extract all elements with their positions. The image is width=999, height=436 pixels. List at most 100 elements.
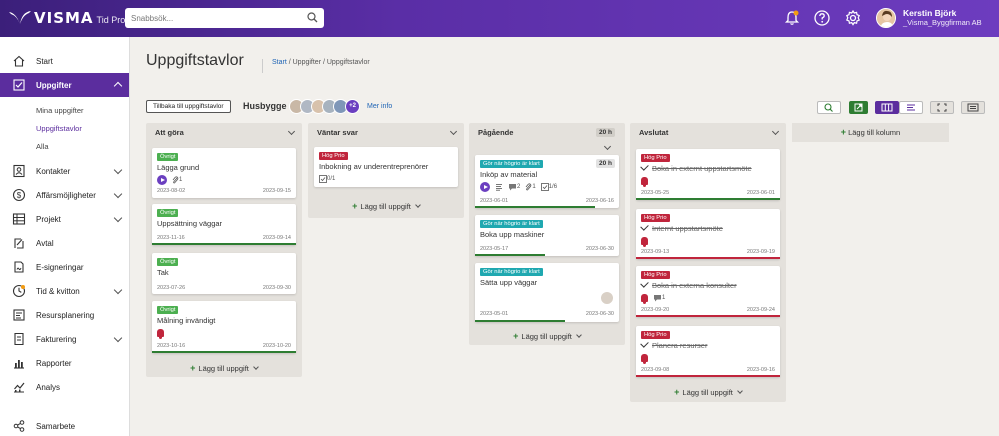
list-icon xyxy=(907,104,915,111)
task-dates: 2023-09-13 2023-09-19 xyxy=(641,249,775,255)
sidebar-item-kontakter[interactable]: Kontakter xyxy=(0,159,129,183)
sidebar-item-e-signeringar[interactable]: E-signeringar xyxy=(0,255,129,279)
contacts-icon xyxy=(13,164,25,178)
task-tag: Gör när högrio är klart xyxy=(480,220,543,228)
sidebar-item-avtal[interactable]: Avtal xyxy=(0,231,129,255)
board-column-pagaende: Pågående 20 h Gör när högrio är klart 20… xyxy=(469,123,625,345)
notification-bell-icon[interactable] xyxy=(783,9,801,27)
export-excel-button[interactable] xyxy=(849,101,868,114)
sidebar-subitem-alla[interactable]: Alla xyxy=(0,137,129,155)
share-icon xyxy=(13,420,25,432)
column-header[interactable]: Pågående 20 h xyxy=(469,123,625,141)
sidebar-item-analys[interactable]: Analys xyxy=(0,375,129,399)
task-end-date: 2023-09-30 xyxy=(262,285,291,291)
column-header[interactable]: Avslutat xyxy=(630,123,786,141)
add-column-button[interactable]: + Lägg till kolumn xyxy=(792,123,949,142)
task-progress-bar xyxy=(636,198,780,200)
task-card[interactable]: Gör när högrio är klart Boka upp maskine… xyxy=(475,215,619,256)
comment-indicator: 1 xyxy=(653,294,665,302)
visma-logo[interactable]: VISMA Tid Pro xyxy=(8,9,125,27)
play-timer-icon[interactable] xyxy=(157,175,167,185)
back-to-boards-button[interactable]: Tillbaka till uppgiftstavlor xyxy=(146,100,231,113)
panel-icon xyxy=(967,103,979,112)
sidebar-item-uppgifter[interactable]: Uppgifter xyxy=(0,73,129,97)
sidebar-item-fakturering[interactable]: Fakturering xyxy=(0,327,129,351)
sidebar-item-samarbete[interactable]: Samarbete xyxy=(0,414,130,436)
chevron-down-icon xyxy=(576,332,582,338)
task-card[interactable]: Hög Prio Boka in externt uppstartsmöte 2… xyxy=(636,149,780,200)
add-task-button[interactable]: + Lägg till uppgift xyxy=(146,363,302,373)
settings-gear-icon[interactable] xyxy=(844,9,862,27)
task-card[interactable]: Gör när högrio är klart Sätta upp väggar… xyxy=(475,263,619,322)
play-timer-icon[interactable] xyxy=(480,182,490,192)
search-icon[interactable] xyxy=(307,12,318,23)
task-start-date: 2023-08-02 xyxy=(157,188,186,194)
fullscreen-button[interactable] xyxy=(930,101,954,114)
task-card[interactable]: Gör när högrio är klart 20 h Inköp av ma… xyxy=(475,155,619,208)
column-header[interactable]: Väntar svar xyxy=(308,123,464,141)
task-end-date: 2023-09-24 xyxy=(746,307,775,313)
board-view-toggle[interactable] xyxy=(875,101,899,114)
sidebar-item-affarsmojligheter[interactable]: $ Affärsmöjligheter xyxy=(0,183,129,207)
breadcrumb-start-link[interactable]: Start xyxy=(272,59,287,66)
task-card[interactable]: Hög Prio Boka in externa konsulter 1 202… xyxy=(636,266,780,317)
task-indicators: 1 xyxy=(157,175,187,185)
column-header[interactable]: Att göra xyxy=(146,123,302,141)
add-task-label: Lägg till uppgift xyxy=(360,202,411,211)
sidebar-item-rapporter[interactable]: Rapporter xyxy=(0,351,129,375)
assignee-avatar[interactable] xyxy=(600,291,614,305)
chevron-down-icon[interactable] xyxy=(449,127,458,136)
sidebar-item-resursplanering[interactable]: Resursplanering xyxy=(0,303,129,327)
task-end-date: 2023-06-30 xyxy=(585,311,614,317)
chevron-down-icon[interactable] xyxy=(603,142,612,151)
help-icon[interactable] xyxy=(813,9,831,27)
task-dates: 2023-05-25 2023-06-01 xyxy=(641,190,775,196)
add-task-button[interactable]: + Lägg till uppgift xyxy=(469,331,625,341)
sidebar-subitem-mina-uppgifter[interactable]: Mina uppgifter xyxy=(0,101,129,119)
chevron-down-icon xyxy=(737,388,743,394)
task-title: Lägga grund xyxy=(157,163,200,172)
more-members-badge[interactable]: +2 xyxy=(345,99,360,114)
sidebar-item-start[interactable]: Start xyxy=(0,49,129,73)
checklist-icon xyxy=(540,183,549,191)
add-task-button[interactable]: + Lägg till uppgift xyxy=(308,201,464,211)
comment-indicator: 2 xyxy=(508,183,520,191)
sidebar-item-projekt[interactable]: Projekt xyxy=(0,207,129,231)
task-card[interactable]: Hög Prio Inbokning av underentreprenörer… xyxy=(314,147,458,187)
task-dates: 2023-05-17 2023-06-30 xyxy=(480,246,614,252)
more-info-link[interactable]: Mer info xyxy=(367,103,392,110)
user-menu[interactable]: Kerstin Björk _Visma_Byggfirman AB xyxy=(876,8,982,28)
chevron-down-icon[interactable] xyxy=(287,127,296,136)
sidebar-item-tid-kvitton[interactable]: Tid & kvitton xyxy=(0,279,129,303)
task-tag: Hög Prio xyxy=(319,152,348,160)
task-title: Målning invändigt xyxy=(157,316,216,325)
sidebar-subitem-uppgiftstavlor[interactable]: Uppgiftstavlor xyxy=(0,119,129,137)
task-card[interactable]: Hög Prio Planera resurser 2023-09-08 202… xyxy=(636,326,780,377)
user-avatar xyxy=(876,8,896,28)
add-task-button[interactable]: + Lägg till uppgift xyxy=(630,387,786,397)
task-dates: 2023-07-26 2023-09-30 xyxy=(157,285,291,291)
search-icon xyxy=(824,103,833,112)
task-progress-bar xyxy=(636,315,780,317)
plus-icon: + xyxy=(352,201,358,211)
task-card[interactable]: Övrigt Uppsättning väggar 2023-11-16 202… xyxy=(152,204,296,245)
task-start-date: 2023-05-01 xyxy=(480,311,509,317)
task-title: Inköp av material xyxy=(480,170,538,179)
task-card[interactable]: Övrigt Tak 2023-07-26 2023-09-30 xyxy=(152,253,296,294)
checklist-indicator: 0/1 xyxy=(319,175,335,183)
task-card[interactable]: Övrigt Målning invändigt 2023-10-16 2023… xyxy=(152,301,296,353)
board-members[interactable]: +2 xyxy=(289,99,360,114)
search-input[interactable] xyxy=(131,13,301,23)
task-title: Inbokning av underentreprenörer xyxy=(319,162,429,171)
task-card[interactable]: Övrigt Lägga grund 1 2023-08-02 2023-09-… xyxy=(152,148,296,198)
chevron-down-icon[interactable] xyxy=(771,127,780,136)
task-end-date: 2023-10-20 xyxy=(262,343,291,349)
layout-settings-button[interactable] xyxy=(961,101,985,114)
completed-check-icon xyxy=(640,339,649,348)
column-title: Pågående xyxy=(478,128,514,137)
task-card[interactable]: Hög Prio Internt uppstartsmöte 2023-09-1… xyxy=(636,209,780,259)
list-view-toggle[interactable] xyxy=(899,101,923,114)
task-indicators: 2 1 1/6 xyxy=(480,182,562,192)
checkbox-icon xyxy=(13,79,25,91)
search-board-button[interactable] xyxy=(817,101,841,114)
